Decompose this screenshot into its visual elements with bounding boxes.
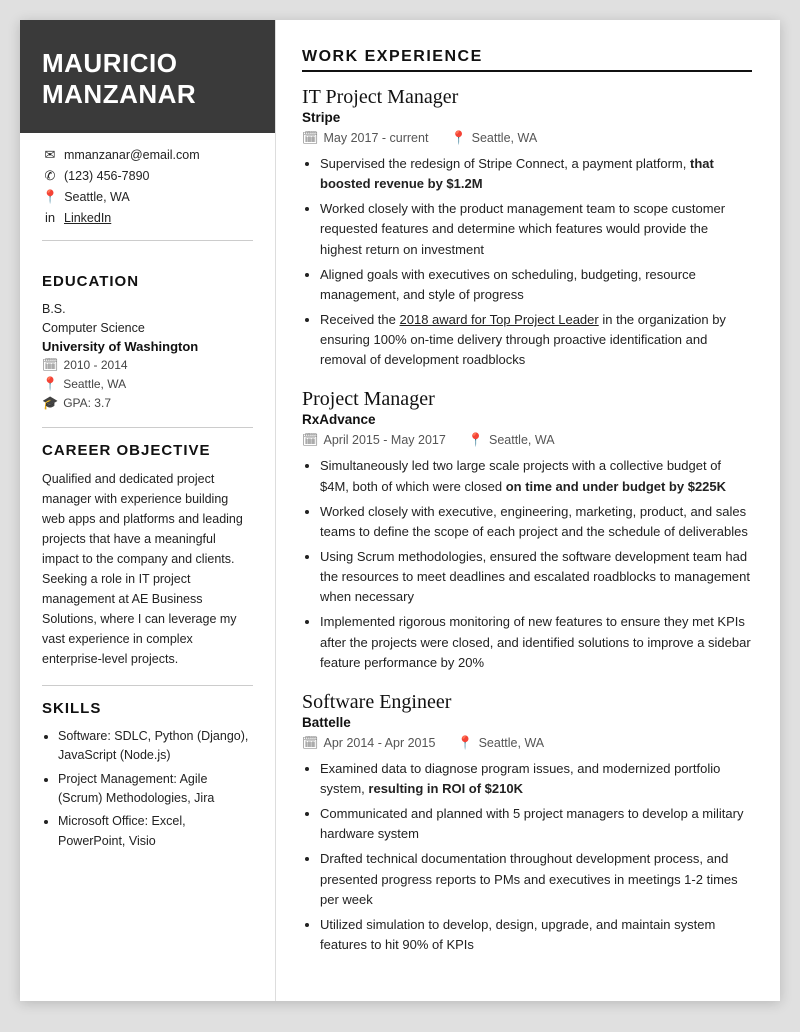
job-bullets-3: Examined data to diagnose program issues…	[302, 759, 752, 955]
resume-container: MAURICIO MANZANAR ✉ mmanzanar@email.com …	[20, 20, 780, 1001]
work-experience-title: WORK EXPERIENCE	[302, 48, 752, 72]
name-line1: MAURICIO	[42, 48, 177, 78]
bullet-1-1: Supervised the redesign of Stripe Connec…	[320, 154, 752, 194]
sidebar-divider	[42, 240, 253, 241]
edu-school: University of Washington	[42, 339, 253, 354]
edu-years: 🗓 2010 - 2014	[42, 357, 253, 373]
contact-list: ✉ mmanzanar@email.com ✆ (123) 456-7890 📍…	[42, 147, 253, 225]
candidate-name: MAURICIO MANZANAR	[42, 48, 253, 109]
gpa-icon: 🎓	[42, 395, 58, 411]
pin-icon-2: 📍	[468, 432, 484, 448]
bullet-1-3: Aligned goals with executives on schedul…	[320, 265, 752, 305]
location-icon: 📍	[42, 189, 58, 205]
job-title-3: Software Engineer	[302, 691, 752, 714]
job-bullets-2: Simultaneously led two large scale proje…	[302, 456, 752, 672]
job-date-2: 🗓 April 2015 - May 2017	[302, 432, 446, 448]
cal-icon-1: 🗓	[302, 130, 319, 146]
job-date-1: 🗓 May 2017 - current	[302, 130, 428, 146]
bullet-2-1: Simultaneously led two large scale proje…	[320, 456, 752, 496]
email-icon: ✉	[42, 147, 58, 163]
linkedin-icon: in	[42, 210, 58, 225]
sidebar: MAURICIO MANZANAR ✉ mmanzanar@email.com …	[20, 20, 275, 1001]
bullet-3-4: Utilized simulation to develop, design, …	[320, 915, 752, 955]
career-objective-section: CAREER OBJECTIVE Qualified and dedicated…	[42, 442, 253, 669]
job-date-3: 🗓 Apr 2014 - Apr 2015	[302, 735, 435, 751]
bold-3-1: resulting in ROI of $210K	[368, 781, 523, 796]
contact-linkedin[interactable]: in LinkedIn	[42, 210, 253, 225]
job-company-3: Battelle	[302, 715, 752, 730]
career-objective-title: CAREER OBJECTIVE	[42, 442, 253, 459]
job-meta-2: 🗓 April 2015 - May 2017 📍 Seattle, WA	[302, 432, 752, 448]
bullet-3-1: Examined data to diagnose program issues…	[320, 759, 752, 799]
bullet-2-3: Using Scrum methodologies, ensured the s…	[320, 547, 752, 607]
job-loc-3: 📍 Seattle, WA	[457, 735, 544, 751]
cal-icon-2: 🗓	[302, 432, 319, 448]
contact-phone: ✆ (123) 456-7890	[42, 168, 253, 184]
pin-icon-3: 📍	[457, 735, 473, 751]
bullet-2-2: Worked closely with executive, engineeri…	[320, 502, 752, 542]
sidebar-content: EDUCATION B.S. Computer Science Universi…	[20, 255, 275, 885]
edu-field: Computer Science	[42, 319, 253, 338]
bold-1-1: that boosted revenue by $1.2M	[320, 156, 714, 191]
calendar-icon: 🗓	[42, 357, 59, 373]
contact-section: ✉ mmanzanar@email.com ✆ (123) 456-7890 📍…	[20, 133, 275, 230]
job-loc-2: 📍 Seattle, WA	[468, 432, 555, 448]
job-meta-1: 🗓 May 2017 - current 📍 Seattle, WA	[302, 130, 752, 146]
job-meta-3: 🗓 Apr 2014 - Apr 2015 📍 Seattle, WA	[302, 735, 752, 751]
job-company-1: Stripe	[302, 110, 752, 125]
job-block-2: Project Manager RxAdvance 🗓 April 2015 -…	[302, 388, 752, 672]
bullet-2-4: Implemented rigorous monitoring of new f…	[320, 612, 752, 672]
job-block-1: IT Project Manager Stripe 🗓 May 2017 - c…	[302, 86, 752, 370]
bullet-1-4: Received the 2018 award for Top Project …	[320, 310, 752, 370]
sidebar-header: MAURICIO MANZANAR	[20, 20, 275, 133]
cal-icon-3: 🗓	[302, 735, 319, 751]
career-objective-text: Qualified and dedicated project manager …	[42, 469, 253, 669]
main-content: WORK EXPERIENCE IT Project Manager Strip…	[275, 20, 780, 1001]
skill-item: Software: SDLC, Python (Django), JavaScr…	[58, 727, 253, 766]
edu-location: 📍 Seattle, WA	[42, 376, 253, 392]
job-block-3: Software Engineer Battelle 🗓 Apr 2014 - …	[302, 691, 752, 955]
job-title-2: Project Manager	[302, 388, 752, 411]
job-bullets-1: Supervised the redesign of Stripe Connec…	[302, 154, 752, 370]
job-company-2: RxAdvance	[302, 412, 752, 427]
skills-list: Software: SDLC, Python (Django), JavaScr…	[42, 727, 253, 851]
job-loc-1: 📍 Seattle, WA	[450, 130, 537, 146]
bold-2-1: on time and under budget by $225K	[506, 479, 726, 494]
divider2	[42, 427, 253, 428]
education-title: EDUCATION	[42, 273, 253, 290]
contact-location: 📍 Seattle, WA	[42, 189, 253, 205]
phone-icon: ✆	[42, 168, 58, 184]
edu-degree: B.S.	[42, 300, 253, 319]
job-title-1: IT Project Manager	[302, 86, 752, 109]
edu-gpa: 🎓 GPA: 3.7	[42, 395, 253, 411]
contact-email: ✉ mmanzanar@email.com	[42, 147, 253, 163]
skill-item: Microsoft Office: Excel, PowerPoint, Vis…	[58, 812, 253, 851]
skill-item: Project Management: Agile (Scrum) Method…	[58, 770, 253, 809]
bullet-3-2: Communicated and planned with 5 project …	[320, 804, 752, 844]
bullet-1-2: Worked closely with the product manageme…	[320, 199, 752, 259]
bullet-3-3: Drafted technical documentation througho…	[320, 849, 752, 909]
divider3	[42, 685, 253, 686]
name-line2: MANZANAR	[42, 79, 196, 109]
skills-section: SKILLS Software: SDLC, Python (Django), …	[42, 700, 253, 851]
pin-icon-1: 📍	[450, 130, 466, 146]
underline-1-4: 2018 award for Top Project Leader	[400, 312, 599, 327]
skills-title: SKILLS	[42, 700, 253, 717]
education-section: EDUCATION B.S. Computer Science Universi…	[42, 273, 253, 411]
location-edu-icon: 📍	[42, 376, 58, 392]
